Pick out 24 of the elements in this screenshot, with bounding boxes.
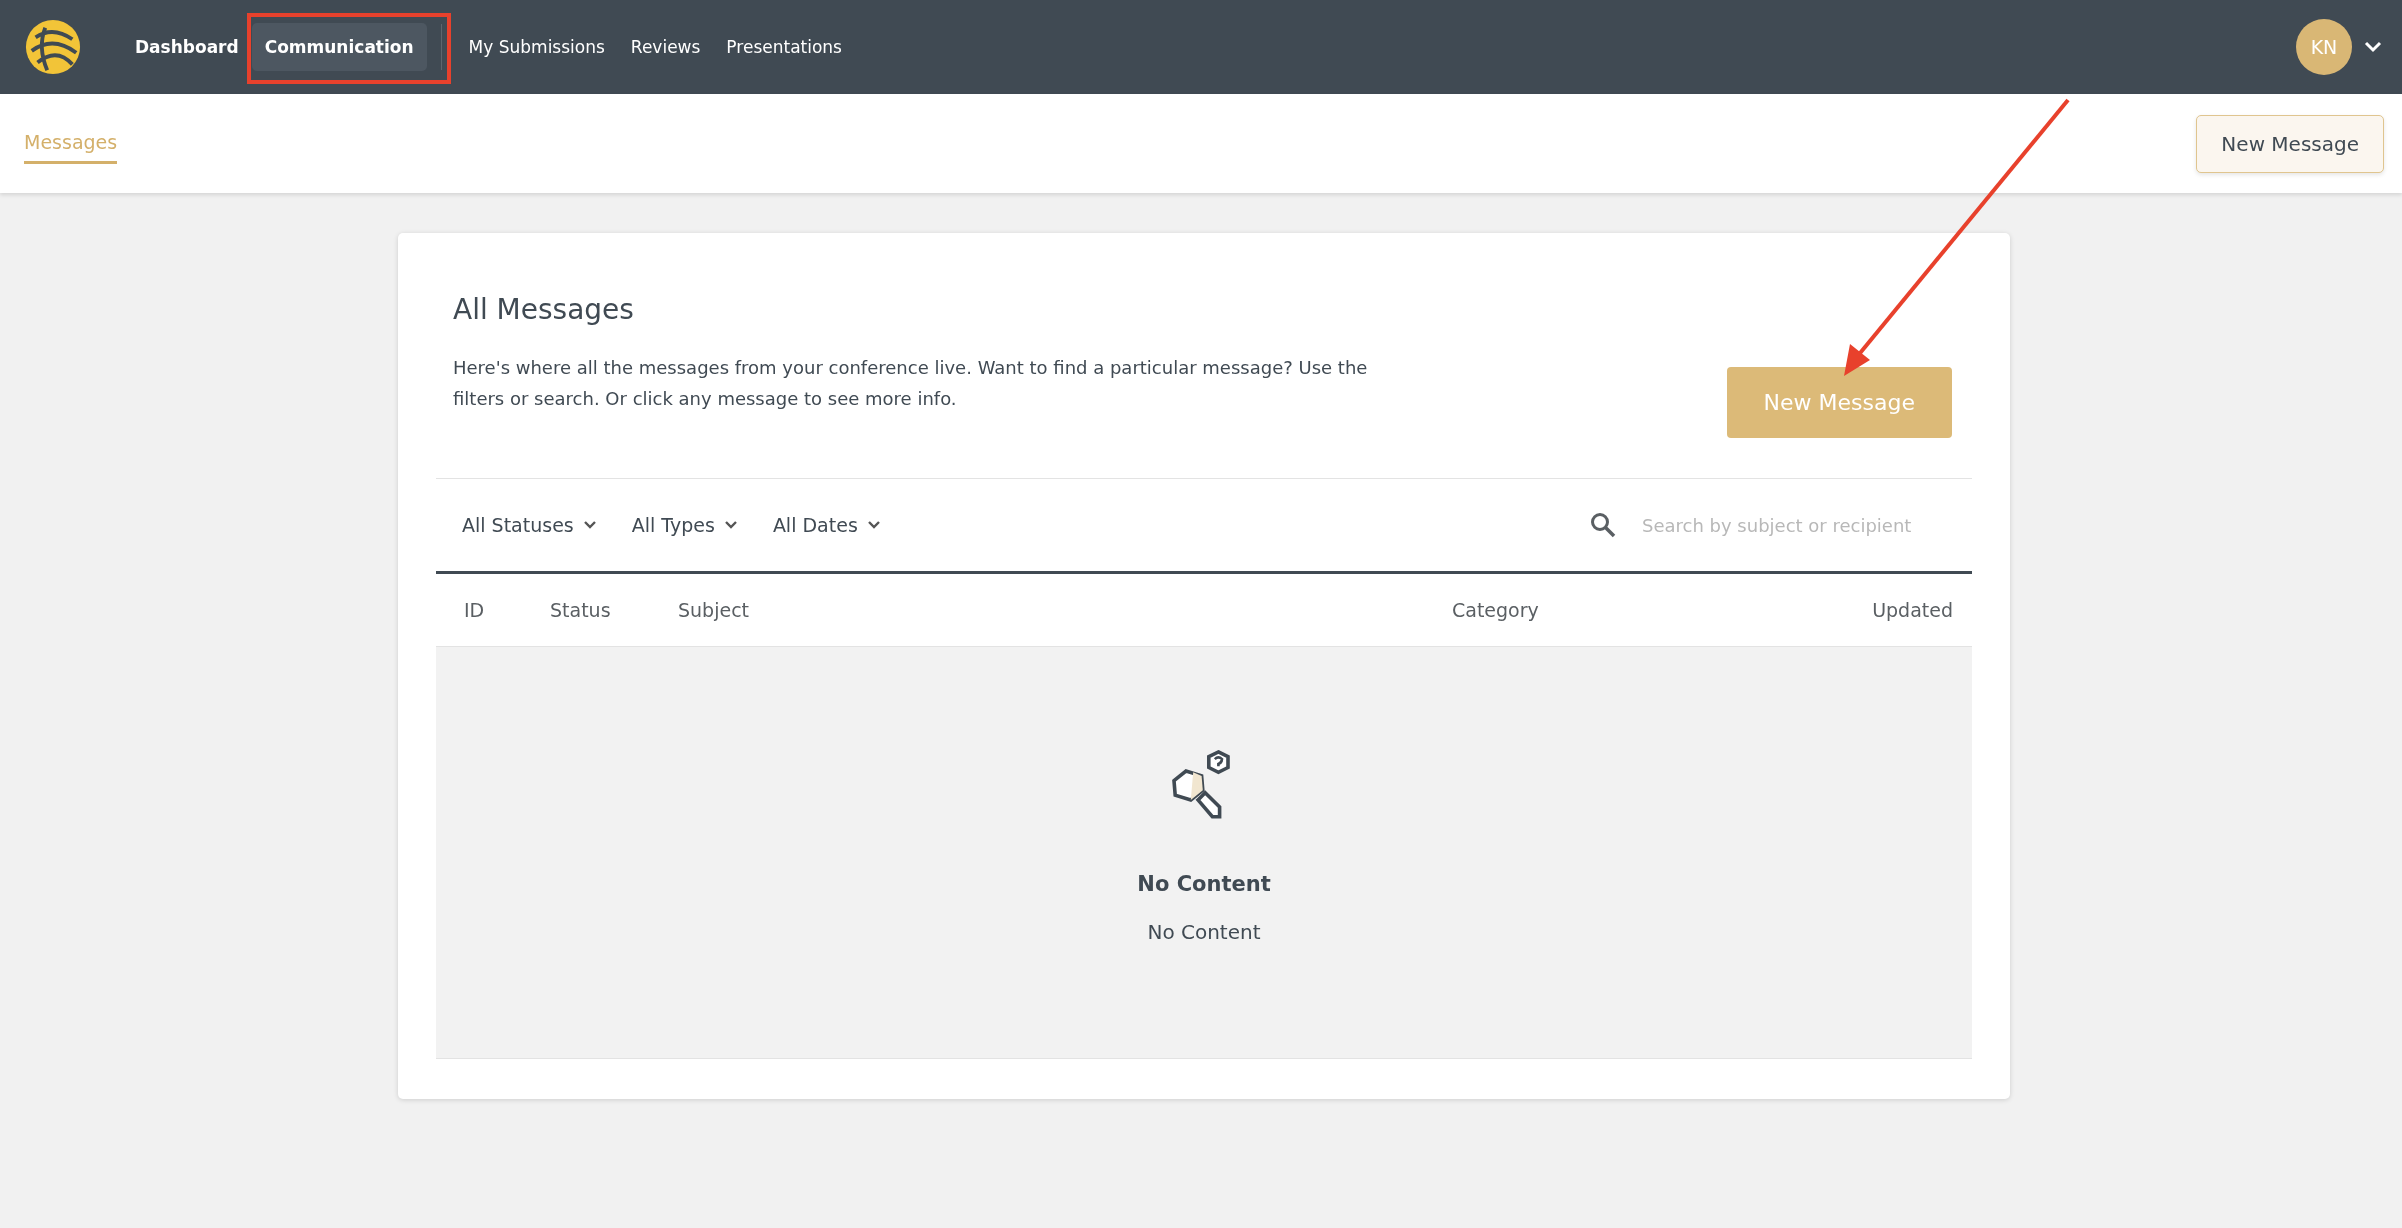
column-header: ID	[464, 599, 486, 621]
chevron-down-icon[interactable]	[2364, 41, 2382, 53]
column-header: Subject	[678, 599, 751, 621]
filter-dropdown[interactable]: All Statuses	[462, 514, 596, 536]
caret-down-icon	[583, 521, 596, 529]
logo-icon[interactable]	[24, 18, 82, 76]
caret-down-icon	[724, 521, 737, 529]
caret-down-icon	[867, 521, 880, 529]
filter-dropdown[interactable]: All Types	[631, 514, 737, 536]
new-message-button[interactable]: New Message	[2196, 114, 2384, 173]
column-header: Updated	[1871, 599, 1953, 621]
column-header: Status	[550, 599, 612, 621]
card-title: All Messages	[453, 293, 635, 326]
nav-link[interactable]: My Submissions	[455, 23, 618, 71]
empty-state-text: No Content	[1147, 920, 1261, 944]
column-header: Category	[1452, 599, 1540, 621]
nav-link[interactable]: Presentations	[713, 23, 855, 71]
search-icon	[1590, 512, 1616, 538]
nav-link[interactable]: Reviews	[617, 23, 714, 71]
empty-state-title: No Content	[1137, 872, 1271, 896]
nav-link[interactable]: Communication	[251, 23, 427, 71]
nav-link[interactable]: Dashboard	[122, 23, 252, 71]
card-description: Here's where all the messages from your conference live. Want to find a particular message? Use the filters or search. Or click any message to see more info.	[453, 356, 1369, 411]
filter-dropdown[interactable]: All Dates	[772, 514, 880, 536]
